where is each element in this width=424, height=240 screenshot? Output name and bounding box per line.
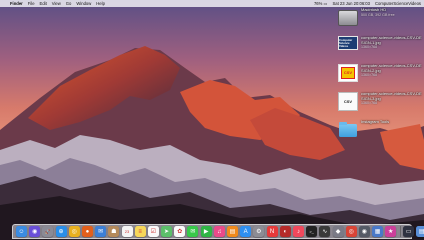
menu-window[interactable]: Window <box>76 0 91 7</box>
thumb-text: CSV <box>341 67 355 79</box>
desktop-item-name: computer-science-videos-CSV-DESIGN-2.jpg <box>361 63 422 73</box>
menu-bar: Finder File Edit View Go Window Help 76%… <box>0 0 424 7</box>
safari-icon[interactable]: ⊕ <box>55 226 67 237</box>
app-store-icon[interactable]: A <box>240 226 252 237</box>
user-name[interactable]: ComputerScienceVideos <box>375 0 421 7</box>
system-preferences-icon[interactable]: ⚙ <box>253 226 265 237</box>
screen-recording-icon[interactable]: ▭ <box>403 226 415 237</box>
photos-icon[interactable]: ✿ <box>174 226 186 237</box>
desktop-item-folder[interactable]: Instagram Tools <box>338 119 422 146</box>
folder-icon <box>338 120 358 140</box>
desktop-item-meta: 1360×768 <box>361 101 378 106</box>
facetime-icon[interactable]: ▶ <box>200 226 212 237</box>
menu-help[interactable]: Help <box>96 0 105 7</box>
finder-icon[interactable]: ☺ <box>16 226 27 237</box>
itunes-store-icon[interactable]: ★ <box>385 226 397 237</box>
notes-icon[interactable]: ≡ <box>134 226 146 237</box>
thumb-text: Computer Science Videos <box>339 37 353 48</box>
launchpad-icon[interactable]: 🚀 <box>42 226 54 237</box>
maps-icon[interactable]: ➤ <box>161 226 173 237</box>
desktop-item-name: Instagram Tools <box>361 119 390 124</box>
reminders-icon[interactable]: ☑ <box>147 226 159 237</box>
ibooks-icon[interactable]: ▤ <box>227 226 238 237</box>
clock[interactable]: Sat 23 Jun 20:06:03 <box>332 0 370 7</box>
hard-disk-icon <box>338 8 358 28</box>
terminal-icon[interactable]: >_ <box>306 226 318 237</box>
menu-extras: 76% ▭ Sat 23 Jun 20:06:03 ComputerScienc… <box>309 0 424 7</box>
music-icon[interactable]: ♪ <box>292 226 304 237</box>
calendar-icon[interactable]: 23 <box>121 226 133 237</box>
firefox-icon[interactable]: ● <box>81 226 93 237</box>
desktop-item-meta: 1360×768 <box>361 45 378 50</box>
desktop-item-name: computer-science-videos-CSV-DESIGN-1.jpg <box>361 35 422 45</box>
dock-separator <box>400 226 402 237</box>
desktop-item-image-1[interactable]: Computer Science Videos computer-science… <box>338 35 422 62</box>
desktop-item-csv[interactable]: CSV computer-science-videos-CSV-DESIGN-3… <box>338 91 422 118</box>
activity-monitor-icon[interactable]: ∿ <box>319 226 331 237</box>
contacts-icon[interactable]: ☗ <box>108 226 120 237</box>
utility-icon[interactable]: ◆ <box>332 226 344 237</box>
thumb-text: CSV <box>343 99 353 104</box>
siri-icon[interactable]: ◉ <box>29 226 41 237</box>
camera-icon[interactable]: ◉ <box>358 226 370 237</box>
downloads-stack-icon[interactable]: ▤ <box>416 226 424 237</box>
csv-file-icon: CSV <box>338 92 358 111</box>
chrome-app-icon[interactable]: ◎ <box>345 226 357 237</box>
mail-icon[interactable]: ✉ <box>95 226 107 237</box>
dock: ☺◉🚀⊕◎●✉☗23≡☑➤✿✉▶♫▤A⚙N◐♪>_∿◆◎◉▦★▭▤🗑 <box>12 224 424 239</box>
desktop-item-image-2[interactable]: CSV computer-science-videos-CSV-DESIGN-2… <box>338 63 422 90</box>
chrome-icon[interactable]: ◎ <box>68 226 80 237</box>
news-icon[interactable]: N <box>266 226 278 237</box>
messages-icon[interactable]: ✉ <box>187 226 199 237</box>
desktop-items: Macintosh HD 500 GB, 392 GB free Compute… <box>338 7 422 148</box>
menu-view[interactable]: View <box>52 0 61 7</box>
image-file-icon: CSV <box>338 64 358 82</box>
image-file-icon: Computer Science Videos <box>338 36 358 50</box>
preview-icon[interactable]: ▦ <box>372 226 384 237</box>
menu-go[interactable]: Go <box>66 0 72 7</box>
desktop-item-disk[interactable]: Macintosh HD 500 GB, 392 GB free <box>338 7 422 34</box>
desktop-item-meta: 1360×768 <box>361 73 378 78</box>
photo-booth-icon[interactable]: ◐ <box>279 226 291 237</box>
desktop-item-name: computer-science-videos-CSV-DESIGN-3.jpg <box>361 91 422 101</box>
menu-file[interactable]: File <box>28 0 35 7</box>
battery-status[interactable]: 76% ▭ <box>314 0 328 7</box>
app-menu-finder[interactable]: Finder <box>10 0 23 7</box>
menu-edit[interactable]: Edit <box>40 0 47 7</box>
itunes-icon[interactable]: ♫ <box>213 226 225 237</box>
desktop-item-meta: 500 GB, 392 GB free <box>361 12 395 17</box>
